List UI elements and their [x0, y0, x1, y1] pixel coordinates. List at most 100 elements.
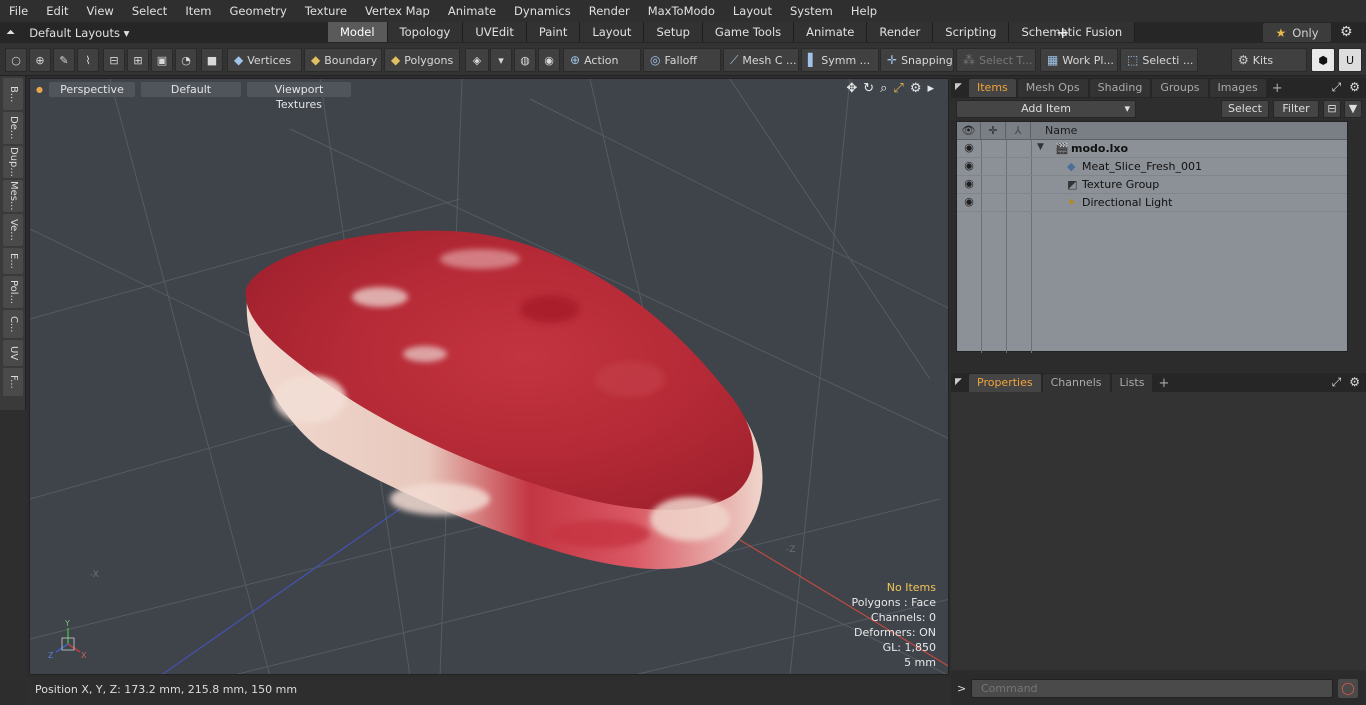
shader-icon[interactable]: ◉ — [538, 48, 560, 72]
left-tab-fusion[interactable]: F... — [3, 368, 23, 396]
item-mode-icon[interactable]: ◈ — [465, 48, 489, 72]
3d-viewport[interactable]: -Z -X Y X Z ● Perspective Default Viewpo… — [29, 78, 949, 675]
maximize-icon[interactable]: ⤢ — [893, 81, 903, 96]
expand-panel-icon[interactable]: ⤢ — [1332, 375, 1342, 390]
tab-topology[interactable]: Topology — [387, 22, 464, 42]
tab-paint[interactable]: Paint — [526, 22, 581, 42]
menu-help[interactable]: Help — [842, 0, 886, 22]
align-icon[interactable]: ⊟ — [103, 48, 125, 72]
filter-button[interactable]: Filter — [1273, 100, 1319, 118]
cube-solid-icon[interactable]: ■ — [201, 48, 223, 72]
panel-gear-icon[interactable]: ⚙ — [1349, 80, 1360, 95]
menu-file[interactable]: File — [0, 0, 37, 22]
command-input[interactable] — [971, 679, 1333, 698]
chevron-down-icon[interactable]: ▾ — [490, 48, 512, 72]
expand-panel-icon[interactable]: ⤢ — [1332, 80, 1342, 95]
rotate-icon[interactable]: ↻ — [863, 81, 874, 96]
tab-render[interactable]: Render — [867, 22, 934, 42]
meat-slice-mesh[interactable] — [245, 230, 763, 569]
visibility-column-icon[interactable]: 👁 — [957, 122, 981, 140]
falloff-button[interactable]: ◎ Falloff — [643, 48, 721, 72]
tab-shading[interactable]: Shading — [1089, 79, 1151, 97]
axes-column-icon[interactable]: ⅄ — [1006, 122, 1031, 140]
only-toggle[interactable]: ★ Only — [1263, 23, 1331, 42]
unity-icon[interactable]: ⬢ — [1311, 48, 1335, 72]
zoom-icon[interactable]: ⌕ — [880, 81, 887, 96]
unreal-icon[interactable]: U — [1338, 48, 1362, 72]
default-layouts-dropdown[interactable]: Default Layouts ▾ — [29, 26, 129, 40]
funnel-icon[interactable]: ▼ — [1344, 100, 1362, 118]
eye-icon[interactable]: ◉ — [959, 195, 979, 208]
tab-properties[interactable]: Properties — [969, 374, 1041, 392]
pan-icon[interactable]: ✥ — [846, 81, 857, 96]
pen-icon[interactable]: ✎ — [53, 48, 75, 72]
select-through-button[interactable]: ⁂ Select T... — [956, 48, 1036, 72]
add-panel-tab-icon[interactable]: + — [1272, 81, 1283, 96]
tree-row-texture-group[interactable]: ◉ ◩ Texture Group — [957, 176, 1347, 194]
tab-uvedit[interactable]: UVEdit — [463, 22, 527, 42]
menu-geometry[interactable]: Geometry — [221, 0, 296, 22]
collapse-arrow-icon[interactable]: ▼ — [1037, 142, 1044, 152]
menu-render[interactable]: Render — [580, 0, 639, 22]
symmetry-button[interactable]: ▌ Symm ... — [801, 48, 879, 72]
tree-row-mesh[interactable]: ◉ ◆ Meat_Slice_Fresh_001 — [957, 158, 1347, 176]
circle-select-icon[interactable]: ○ — [5, 48, 27, 72]
left-tab-curve[interactable]: C... — [3, 310, 23, 338]
play-icon[interactable]: ▸ — [927, 81, 934, 96]
left-tab-vertex[interactable]: Ve... — [3, 214, 23, 246]
left-tab-edge[interactable]: E... — [3, 248, 23, 274]
name-column-header[interactable]: Name — [1045, 124, 1077, 137]
tree-row-light[interactable]: ◉ ✦ Directional Light — [957, 194, 1347, 212]
menu-system[interactable]: System — [781, 0, 842, 22]
globe-icon[interactable]: ⊕ — [29, 48, 51, 72]
brush-icon[interactable]: ⌇ — [77, 48, 99, 72]
tree-row-scene[interactable]: ◉ ▼ 🎬 modo.lxo — [957, 140, 1347, 158]
panel-gear-icon[interactable]: ⚙ — [1349, 375, 1360, 390]
menu-view[interactable]: View — [78, 0, 123, 22]
lock-column-icon[interactable]: ✛ — [981, 122, 1006, 140]
menu-layout[interactable]: Layout — [724, 0, 781, 22]
left-tab-duplicate[interactable]: Dup... — [3, 146, 23, 178]
panel-menu-icon[interactable]: ◤ — [955, 82, 967, 94]
left-tab-polygon[interactable]: Pol... — [3, 276, 23, 308]
tab-animate[interactable]: Animate — [794, 22, 868, 42]
work-plane-button[interactable]: ▦ Work Pl... — [1040, 48, 1118, 72]
menu-maxtomodo[interactable]: MaxToModo — [639, 0, 724, 22]
select-button[interactable]: Select — [1221, 100, 1269, 118]
menu-edit[interactable]: Edit — [37, 0, 77, 22]
left-tab-basic[interactable]: B... — [3, 78, 23, 110]
selection-sets-button[interactable]: ⬚ Selecti ... — [1120, 48, 1198, 72]
left-tab-mesh-edit[interactable]: Mes... — [3, 180, 23, 212]
square-icon[interactable]: ▣ — [151, 48, 173, 72]
tab-setup[interactable]: Setup — [644, 22, 703, 42]
add-tab-icon[interactable]: + — [1056, 23, 1069, 42]
boundary-button[interactable]: ◆ Boundary — [304, 48, 382, 72]
tab-channels[interactable]: Channels — [1042, 374, 1110, 392]
menu-select[interactable]: Select — [123, 0, 176, 22]
shading-dropdown[interactable]: Default — [140, 81, 241, 97]
tab-game-tools[interactable]: Game Tools — [702, 22, 795, 42]
item-list-scrollbar[interactable] — [1348, 121, 1358, 352]
material-icon[interactable]: ◍ — [514, 48, 536, 72]
menu-item[interactable]: Item — [176, 0, 220, 22]
snapping-button[interactable]: ✛ Snapping — [880, 48, 954, 72]
tab-items[interactable]: Items — [969, 79, 1016, 97]
add-panel-tab-icon[interactable]: + — [1158, 376, 1169, 391]
eye-icon[interactable]: ◉ — [959, 141, 979, 154]
kits-button[interactable]: ⚙ Kits — [1231, 48, 1307, 72]
polygons-button[interactable]: ◆ Polygons — [384, 48, 460, 72]
eye-icon[interactable]: ◉ — [959, 177, 979, 190]
panel-menu-icon[interactable]: ◤ — [955, 377, 967, 389]
add-item-button[interactable]: Add Item ▾ — [956, 100, 1136, 118]
collapse-icon[interactable]: ⊟ — [1323, 100, 1341, 118]
action-center-button[interactable]: ⊕ Action — [563, 48, 641, 72]
tab-scripting[interactable]: Scripting — [933, 22, 1010, 42]
timer-icon[interactable]: ◔ — [175, 48, 197, 72]
tab-schematic-fusion[interactable]: Schematic Fusion — [1009, 22, 1136, 42]
tab-model[interactable]: Model — [328, 22, 388, 42]
tab-groups[interactable]: Groups — [1152, 79, 1208, 97]
viewport-menu-dot-icon[interactable]: ● — [36, 85, 43, 94]
record-icon[interactable]: ◯ — [1338, 679, 1358, 698]
left-tab-deform[interactable]: De... — [3, 112, 23, 144]
tab-layout[interactable]: Layout — [580, 22, 645, 42]
